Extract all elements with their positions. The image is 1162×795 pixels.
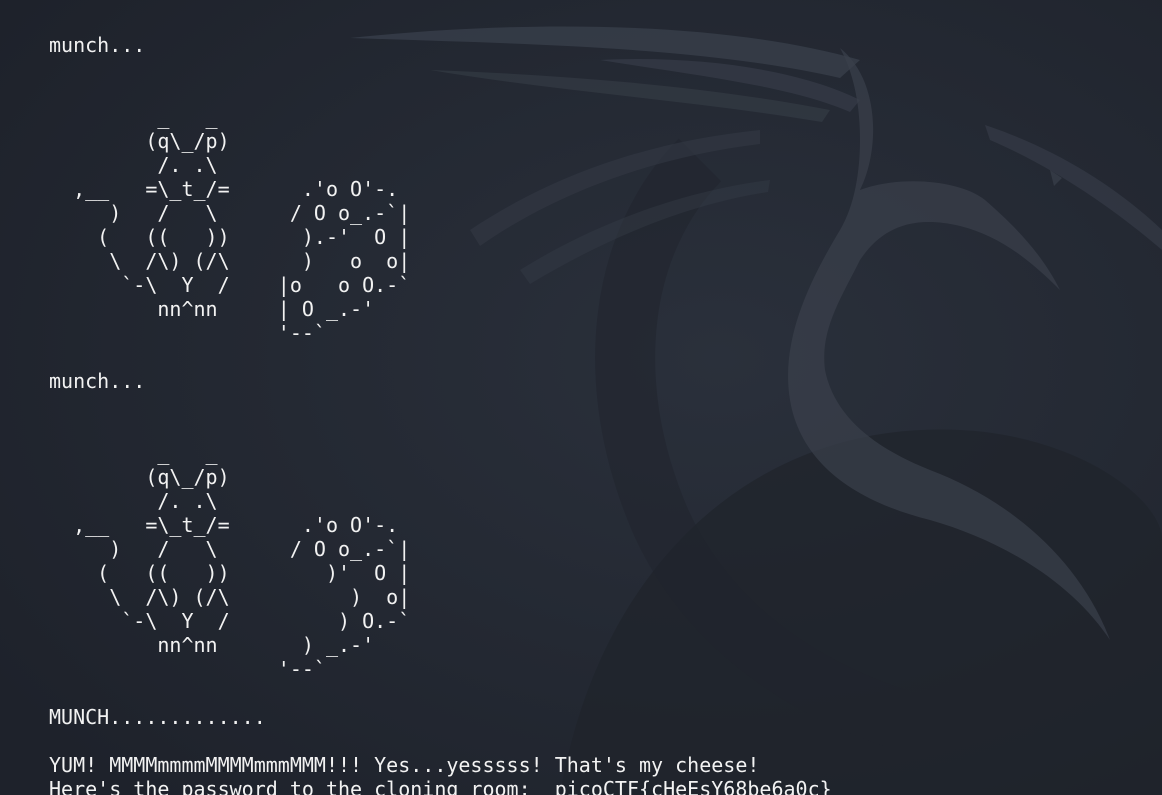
ascii-art-line: /. .\ [49, 489, 218, 513]
ascii-art-line: ( (( )) ).-' O | [49, 225, 411, 249]
ascii-art-line: ( (( )) )' O | [49, 561, 411, 585]
ascii-art-line: ) / \ / O o_.-`| [49, 537, 411, 561]
ascii-art-line: ,__ =\_t_/= .'o O'-. [49, 177, 399, 201]
terminal-line: munch... [49, 33, 146, 57]
ascii-art-line: _ _ [49, 105, 218, 129]
ascii-art-line: /. .\ [49, 153, 218, 177]
terminal-line: YUM! MMMMmmmmMMMMmmmMMM!!! Yes...yesssss… [49, 753, 760, 777]
terminal-output: munch... _ _ (q\_/p) /. .\ ,__ =\_t_/= .… [49, 33, 1149, 795]
ascii-art-line: '--` [49, 657, 326, 681]
ascii-art-line: '--` [49, 321, 326, 345]
ascii-art-line: `-\ Y / ) O.-` [49, 609, 411, 633]
ascii-art-line: \ /\) (/\ ) o o| [49, 249, 411, 273]
ascii-art-line: \ /\) (/\ ) o| [49, 585, 411, 609]
ascii-art-line: (q\_/p) [49, 129, 230, 153]
ascii-art-line: nn^nn ) _.-' [49, 633, 375, 657]
terminal-line: MUNCH............. [49, 705, 266, 729]
ascii-art-line: nn^nn | O _.-' [49, 297, 375, 321]
ascii-art-line: ,__ =\_t_/= .'o O'-. [49, 513, 399, 537]
ascii-art-line: _ _ [49, 441, 218, 465]
ascii-art-line: `-\ Y / |o o O.-` [49, 273, 411, 297]
ascii-art-line: (q\_/p) [49, 465, 230, 489]
terminal-line: munch... [49, 369, 146, 393]
ascii-art-line: ) / \ / O o_.-`| [49, 201, 411, 225]
password-line: Here's the password to the cloning room:… [49, 777, 832, 795]
